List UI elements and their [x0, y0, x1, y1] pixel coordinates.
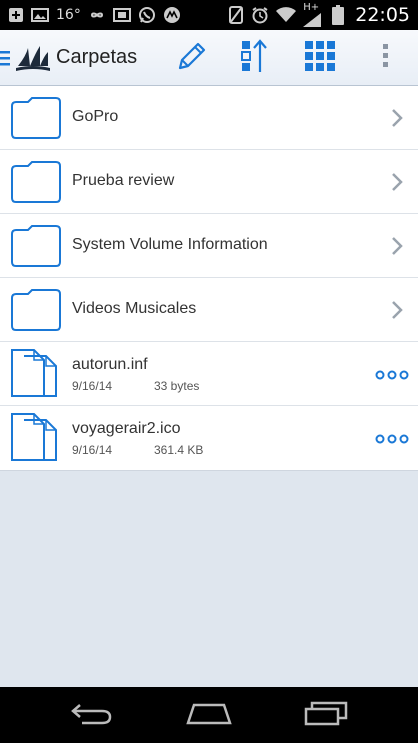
edit-button[interactable] — [172, 38, 212, 78]
status-bar-right: H+ 22:05 — [228, 3, 410, 27]
grid-view-icon — [303, 39, 337, 78]
whatsapp-icon — [138, 6, 156, 24]
list-item[interactable]: Prueba review — [0, 150, 418, 214]
more-options-icon[interactable] — [374, 368, 410, 380]
chevron-right-icon — [390, 172, 404, 192]
item-name: voyagerair2.ico — [72, 420, 181, 437]
image-icon — [31, 7, 49, 23]
motorola-icon — [163, 6, 181, 24]
overflow-menu-icon — [382, 41, 390, 76]
film-icon — [112, 7, 131, 23]
no-sim-icon — [228, 6, 244, 24]
file-icon — [10, 349, 62, 397]
edit-icon — [175, 39, 209, 78]
sails-logo-icon[interactable] — [16, 42, 50, 74]
item-meta: 9/16/14 33 bytes — [72, 379, 199, 393]
folder-icon — [10, 160, 62, 204]
chevron-right-icon — [390, 108, 404, 128]
navigation-bar — [0, 687, 418, 743]
add-box-icon — [8, 7, 24, 23]
recent-apps-button[interactable] — [296, 697, 356, 733]
recent-apps-icon — [304, 700, 348, 731]
overflow-menu-button[interactable] — [366, 38, 406, 78]
sort-icon — [240, 38, 270, 79]
item-name: GoPro — [72, 108, 119, 125]
back-icon — [70, 701, 114, 730]
list-item[interactable]: autorun.inf 9/16/14 33 bytes — [0, 342, 418, 406]
chevron-right-icon — [390, 300, 404, 320]
chevron-right-icon — [390, 236, 404, 256]
folder-icon — [10, 288, 62, 332]
temperature-text: 16° — [56, 7, 81, 23]
drawer-menu-icon[interactable] — [0, 48, 12, 68]
file-icon — [10, 413, 62, 461]
clock: 22:05 — [355, 4, 410, 26]
more-options-icon[interactable] — [374, 432, 410, 444]
folder-icon — [10, 224, 62, 268]
item-meta: 9/16/14 361.4 KB — [72, 443, 203, 457]
alarm-icon — [251, 6, 269, 24]
battery-icon — [332, 5, 345, 25]
item-date: 9/16/14 — [72, 443, 113, 457]
network-type-text: H+ — [303, 2, 320, 13]
item-name: Prueba review — [72, 172, 175, 189]
signal-icon: H+ — [303, 3, 325, 27]
wifi-icon — [276, 7, 297, 23]
list-item[interactable]: voyagerair2.ico 9/16/14 361.4 KB — [0, 406, 418, 470]
grid-view-button[interactable] — [300, 38, 340, 78]
item-size: 33 bytes — [154, 379, 200, 393]
sort-button[interactable] — [235, 38, 275, 78]
list-item[interactable]: Videos Musicales — [0, 278, 418, 342]
home-icon — [186, 701, 232, 730]
status-bar-left: 16° — [8, 6, 181, 24]
home-button[interactable] — [179, 697, 239, 733]
item-date: 9/16/14 — [72, 379, 113, 393]
item-name: System Volume Information — [72, 236, 268, 253]
list-item[interactable]: GoPro — [0, 86, 418, 150]
folder-icon — [10, 96, 62, 140]
item-size: 361.4 KB — [154, 443, 204, 457]
page-title: Carpetas — [56, 46, 138, 68]
item-name: Videos Musicales — [72, 300, 197, 317]
back-button[interactable] — [62, 697, 122, 733]
file-list: GoPro Prueba review System Volume Inform… — [0, 86, 418, 471]
item-name: autorun.inf — [72, 356, 148, 373]
list-item[interactable]: System Volume Information — [0, 214, 418, 278]
infinity-icon — [88, 9, 106, 21]
app-bar: Carpetas — [0, 30, 418, 86]
status-bar: 16° H+ 22:05 — [0, 0, 418, 30]
